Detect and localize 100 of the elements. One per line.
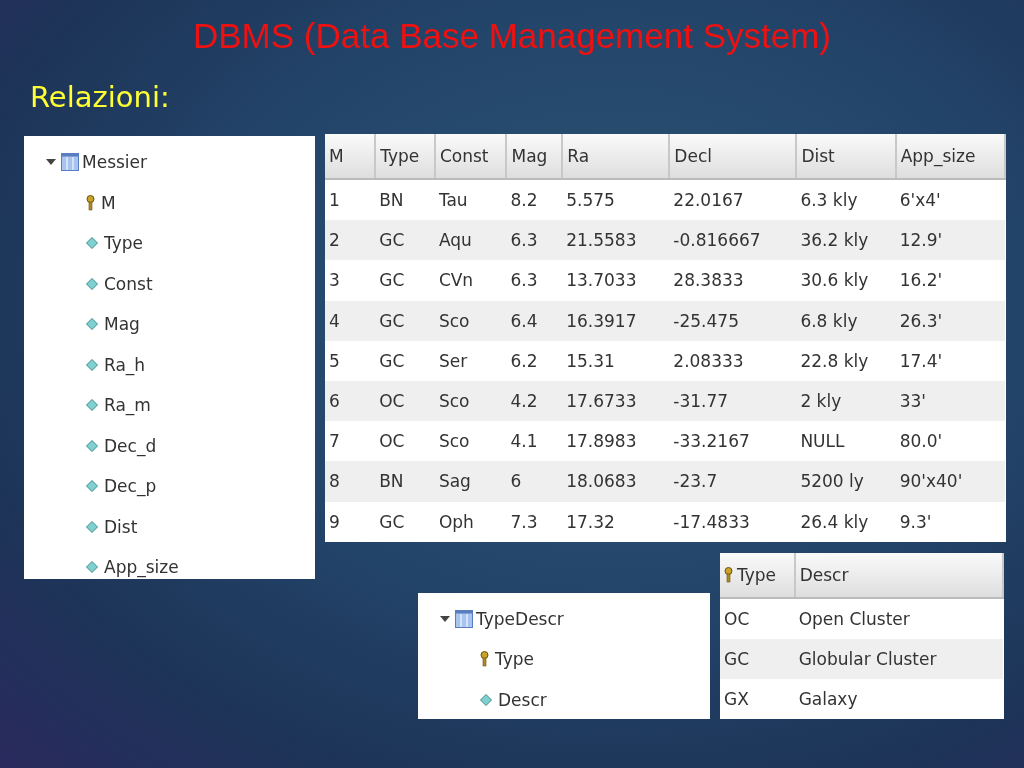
table-cell: 6.8 kly bbox=[796, 300, 896, 341]
field-name[interactable]: Descr bbox=[498, 689, 547, 710]
table-cell: -25.475 bbox=[669, 300, 797, 341]
table-cell: 4 bbox=[325, 300, 376, 341]
table-cell: 22.8 kly bbox=[796, 340, 896, 381]
table-cell: GC bbox=[375, 220, 435, 261]
table-cell: BN bbox=[375, 461, 435, 502]
table-cell: OC bbox=[375, 380, 435, 422]
table-cell: GC bbox=[375, 501, 435, 542]
table-cell: GC bbox=[375, 300, 435, 341]
table-cell: -23.7 bbox=[669, 461, 797, 502]
diamond-icon bbox=[86, 480, 98, 493]
table-cell: Aqu bbox=[434, 220, 507, 261]
table-cell: Sag bbox=[434, 461, 507, 502]
field-name[interactable]: App_size bbox=[104, 557, 179, 578]
table-cell: 4.1 bbox=[506, 421, 563, 462]
table-cell: 1 bbox=[325, 179, 376, 221]
table-cell: Galaxy bbox=[794, 679, 1003, 720]
field-name[interactable]: Ra_h bbox=[104, 354, 146, 375]
table-cell: 17.8983 bbox=[562, 421, 670, 462]
diamond-icon bbox=[86, 318, 98, 331]
table-cell: Ser bbox=[434, 340, 507, 381]
table-cell: 8 bbox=[325, 461, 376, 502]
table-cell: Open Cluster bbox=[794, 597, 1003, 639]
column-header[interactable]: Const bbox=[434, 134, 507, 179]
table-icon bbox=[455, 609, 473, 628]
field-name[interactable]: Ra_m bbox=[104, 395, 151, 416]
diamond-icon bbox=[86, 399, 98, 412]
table-cell: 17.4' bbox=[895, 340, 1005, 381]
table-cell: Globular Cluster bbox=[794, 638, 1003, 680]
table-cell: OC bbox=[720, 597, 795, 639]
diamond-icon bbox=[480, 693, 492, 706]
table-cell: Oph bbox=[434, 501, 507, 542]
table-name[interactable]: Messier bbox=[82, 152, 147, 173]
field-name[interactable]: Dist bbox=[104, 516, 138, 537]
table-cell: 2 bbox=[325, 220, 376, 261]
field-name[interactable]: Dec_p bbox=[104, 476, 157, 497]
table-cell: GX bbox=[720, 679, 795, 720]
table-cell: Tau bbox=[434, 179, 507, 221]
table-cell: 5200 ly bbox=[796, 461, 896, 502]
table-cell: 22.0167 bbox=[669, 179, 797, 221]
table-cell: 33' bbox=[895, 380, 1005, 422]
table-cell: 6.3 kly bbox=[796, 179, 896, 221]
table-cell: 13.7033 bbox=[562, 260, 670, 301]
column-header[interactable]: Ra bbox=[562, 134, 670, 179]
slide-subtitle: Relazioni: bbox=[30, 80, 170, 114]
table-cell: 30.6 kly bbox=[796, 260, 896, 301]
field-name[interactable]: Dec_d bbox=[104, 435, 157, 456]
table-cell: -31.77 bbox=[669, 380, 797, 422]
field-name[interactable]: M bbox=[101, 192, 116, 213]
table-cell: 26.3' bbox=[895, 300, 1005, 341]
table-cell: 18.0683 bbox=[562, 461, 670, 502]
table-cell: 16.3917 bbox=[562, 300, 670, 341]
table-cell: 6 bbox=[325, 380, 376, 422]
expand-triangle-icon[interactable] bbox=[438, 613, 452, 624]
table-cell: 16.2' bbox=[895, 260, 1005, 301]
column-header[interactable]: Decl bbox=[669, 134, 797, 179]
table-cell: 17.6733 bbox=[562, 380, 670, 422]
table-name[interactable]: TypeDescr bbox=[476, 608, 564, 629]
column-header[interactable]: Type bbox=[720, 552, 795, 598]
field-name[interactable]: Mag bbox=[104, 314, 140, 335]
table-cell: 28.3833 bbox=[669, 260, 797, 301]
field-name[interactable]: Type bbox=[495, 649, 535, 670]
diamond-icon bbox=[86, 277, 98, 290]
column-header[interactable]: Descr bbox=[794, 552, 1003, 598]
table-cell: 6 bbox=[506, 461, 563, 502]
table-cell: 90'x40' bbox=[895, 461, 1005, 502]
table-cell: 6'x4' bbox=[895, 179, 1005, 221]
table-cell: 2 kly bbox=[796, 380, 896, 422]
table-cell: 6.4 bbox=[506, 300, 563, 341]
table-cell: GC bbox=[375, 340, 435, 381]
diamond-icon bbox=[86, 520, 98, 533]
table-cell: 9.3' bbox=[895, 501, 1005, 542]
table-cell: Sco bbox=[434, 380, 507, 422]
table-cell: Sco bbox=[434, 300, 507, 341]
table-cell: 6.3 bbox=[506, 220, 563, 261]
table-cell: 7.3 bbox=[506, 501, 563, 542]
table-cell: 26.4 kly bbox=[796, 501, 896, 542]
field-name[interactable]: Const bbox=[104, 273, 153, 294]
table-cell: 12.9' bbox=[895, 220, 1005, 261]
column-header[interactable]: Dist bbox=[796, 134, 896, 179]
table-cell: 21.5583 bbox=[562, 220, 670, 261]
table-cell: -33.2167 bbox=[669, 421, 797, 462]
table-cell: -17.4833 bbox=[669, 501, 797, 542]
column-header[interactable]: Mag bbox=[506, 134, 563, 179]
column-header[interactable]: M bbox=[325, 134, 376, 179]
table-cell: -0.816667 bbox=[669, 220, 797, 261]
table-cell: 6.2 bbox=[506, 340, 563, 381]
table-cell: NULL bbox=[796, 421, 896, 462]
table-cell: 17.32 bbox=[562, 501, 670, 542]
column-header[interactable]: App_size bbox=[895, 134, 1005, 179]
field-name[interactable]: Type bbox=[104, 233, 144, 254]
column-header[interactable]: Type bbox=[375, 134, 435, 179]
table-cell: 5.575 bbox=[562, 179, 670, 221]
table-cell: 36.2 kly bbox=[796, 220, 896, 261]
key-icon bbox=[86, 194, 95, 211]
table-cell: OC bbox=[375, 421, 435, 462]
diamond-icon bbox=[86, 439, 98, 452]
table-cell: 80.0' bbox=[895, 421, 1005, 462]
table-cell: 2.08333 bbox=[669, 340, 797, 381]
